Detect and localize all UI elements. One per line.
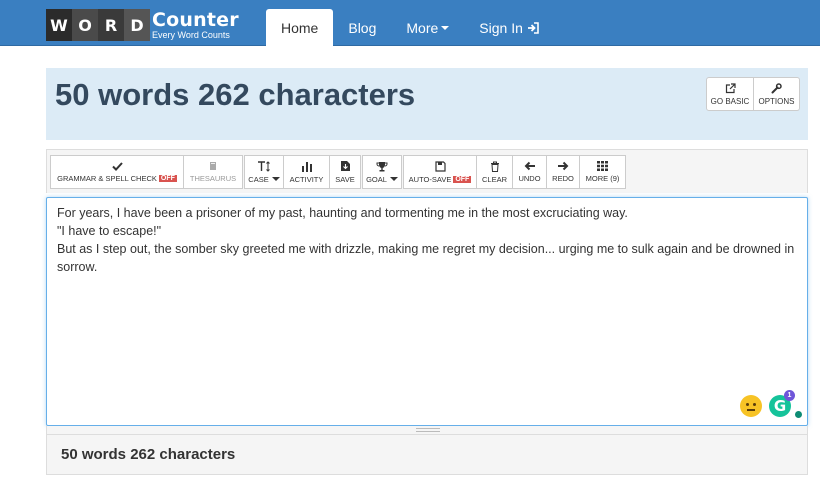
nav-more[interactable]: More: [391, 9, 464, 46]
sign-in-icon: [527, 21, 539, 34]
more-tools-button[interactable]: MORE (9): [579, 155, 626, 189]
logo-letter: D: [124, 9, 150, 41]
go-basic-label: GO BASIC: [710, 96, 750, 106]
more-tools-label: MORE (9): [585, 174, 620, 183]
nav-blog[interactable]: Blog: [333, 9, 391, 46]
auto-save-label: AUTO-SAVE: [408, 174, 452, 184]
book-icon: [210, 162, 216, 170]
count-header: 50 words 262 characters GO BASIC OPTIONS: [46, 68, 808, 140]
logo-letter: O: [72, 9, 98, 41]
clear-button[interactable]: CLEAR: [476, 155, 513, 189]
grid-icon: [597, 161, 608, 171]
emoji-eye: [753, 403, 756, 406]
thesaurus-button[interactable]: THESAURUS: [183, 155, 243, 189]
trash-icon: [490, 161, 499, 172]
nav-home[interactable]: Home: [266, 9, 334, 46]
trophy-icon: [376, 161, 388, 171]
redo-button[interactable]: REDO: [546, 155, 580, 189]
logo-letter: W: [46, 9, 72, 41]
editor-resize-handle[interactable]: [46, 426, 808, 434]
logo-text: Counter Every Word Counts: [152, 8, 239, 40]
auto-save-button[interactable]: AUTO-SAVE OFF: [403, 155, 477, 189]
logo-title: Counter: [152, 8, 239, 31]
floppy-disk-icon: [434, 160, 446, 172]
nav-sign-in-label: Sign In: [479, 19, 523, 36]
grammarly-count-badge: 1: [784, 390, 795, 401]
go-basic-button[interactable]: GO BASIC: [706, 77, 754, 111]
caret-down-icon: [441, 25, 450, 30]
download-file-icon: [340, 161, 350, 171]
check-icon: [111, 161, 123, 171]
save-label: SAVE: [335, 175, 355, 184]
caret-down-icon: [271, 177, 280, 181]
redo-label: REDO: [552, 174, 574, 183]
clear-label: CLEAR: [482, 174, 508, 184]
header-button-group: GO BASIC OPTIONS: [706, 77, 800, 111]
footer-word-count: 50 words 262 characters: [61, 446, 236, 463]
logo-subtitle: Every Word Counts: [152, 29, 230, 40]
logo-letter: R: [98, 9, 124, 41]
thesaurus-label: THESAURUS: [189, 174, 237, 183]
save-button[interactable]: SAVE: [329, 155, 361, 189]
arrow-left-icon: [524, 161, 535, 171]
emoji-eye: [746, 403, 749, 406]
text-editor[interactable]: For years, I have been a prisoner of my …: [46, 197, 808, 426]
main-nav: Home Blog More Sign In: [266, 9, 555, 46]
caret-down-icon: [389, 177, 398, 181]
grammar-check-label: GRAMMAR & SPELL CHECK: [57, 173, 157, 183]
wrench-icon: [771, 82, 782, 93]
editor-toolbar: GRAMMAR & SPELL CHECK OFF THESAURUS CASE …: [46, 149, 808, 193]
site-logo[interactable]: W O R D Counter Every Word Counts: [46, 9, 239, 41]
case-button[interactable]: CASE: [244, 155, 284, 189]
word-count-title: 50 words 262 characters: [55, 77, 416, 112]
arrow-right-icon: [558, 161, 569, 171]
goal-button[interactable]: GOAL: [362, 155, 402, 189]
goal-label: GOAL: [366, 174, 387, 184]
bar-chart-icon: [301, 161, 312, 172]
navbar: W O R D Counter Every Word Counts Home B…: [0, 0, 820, 46]
editor-line: For years, I have been a prisoner of my …: [57, 206, 628, 220]
nav-sign-in[interactable]: Sign In: [464, 9, 555, 46]
external-link-icon: [725, 82, 736, 93]
activity-button[interactable]: ACTIVITY: [283, 155, 330, 189]
grip-icon: [416, 428, 440, 432]
undo-button[interactable]: UNDO: [512, 155, 547, 189]
count-footer: 50 words 262 characters: [46, 434, 808, 475]
editor-line: But as I step out, the somber sky greete…: [57, 242, 795, 274]
nav-more-label: More: [406, 19, 439, 36]
auto-save-off-badge: OFF: [453, 175, 472, 183]
grammar-check-button[interactable]: GRAMMAR & SPELL CHECK OFF: [50, 155, 184, 189]
grammar-off-badge: OFF: [158, 174, 177, 182]
undo-label: UNDO: [518, 174, 541, 183]
editor-line: "I have to escape!": [57, 224, 162, 238]
case-label: CASE: [248, 174, 269, 184]
text-height-icon: [258, 160, 270, 172]
emoji-icon[interactable]: [740, 395, 762, 417]
grammarly-status-dot: [794, 410, 803, 419]
activity-label: ACTIVITY: [289, 174, 324, 184]
options-label: OPTIONS: [758, 96, 795, 106]
emoji-mouth: [747, 409, 755, 411]
options-button[interactable]: OPTIONS: [754, 77, 800, 111]
